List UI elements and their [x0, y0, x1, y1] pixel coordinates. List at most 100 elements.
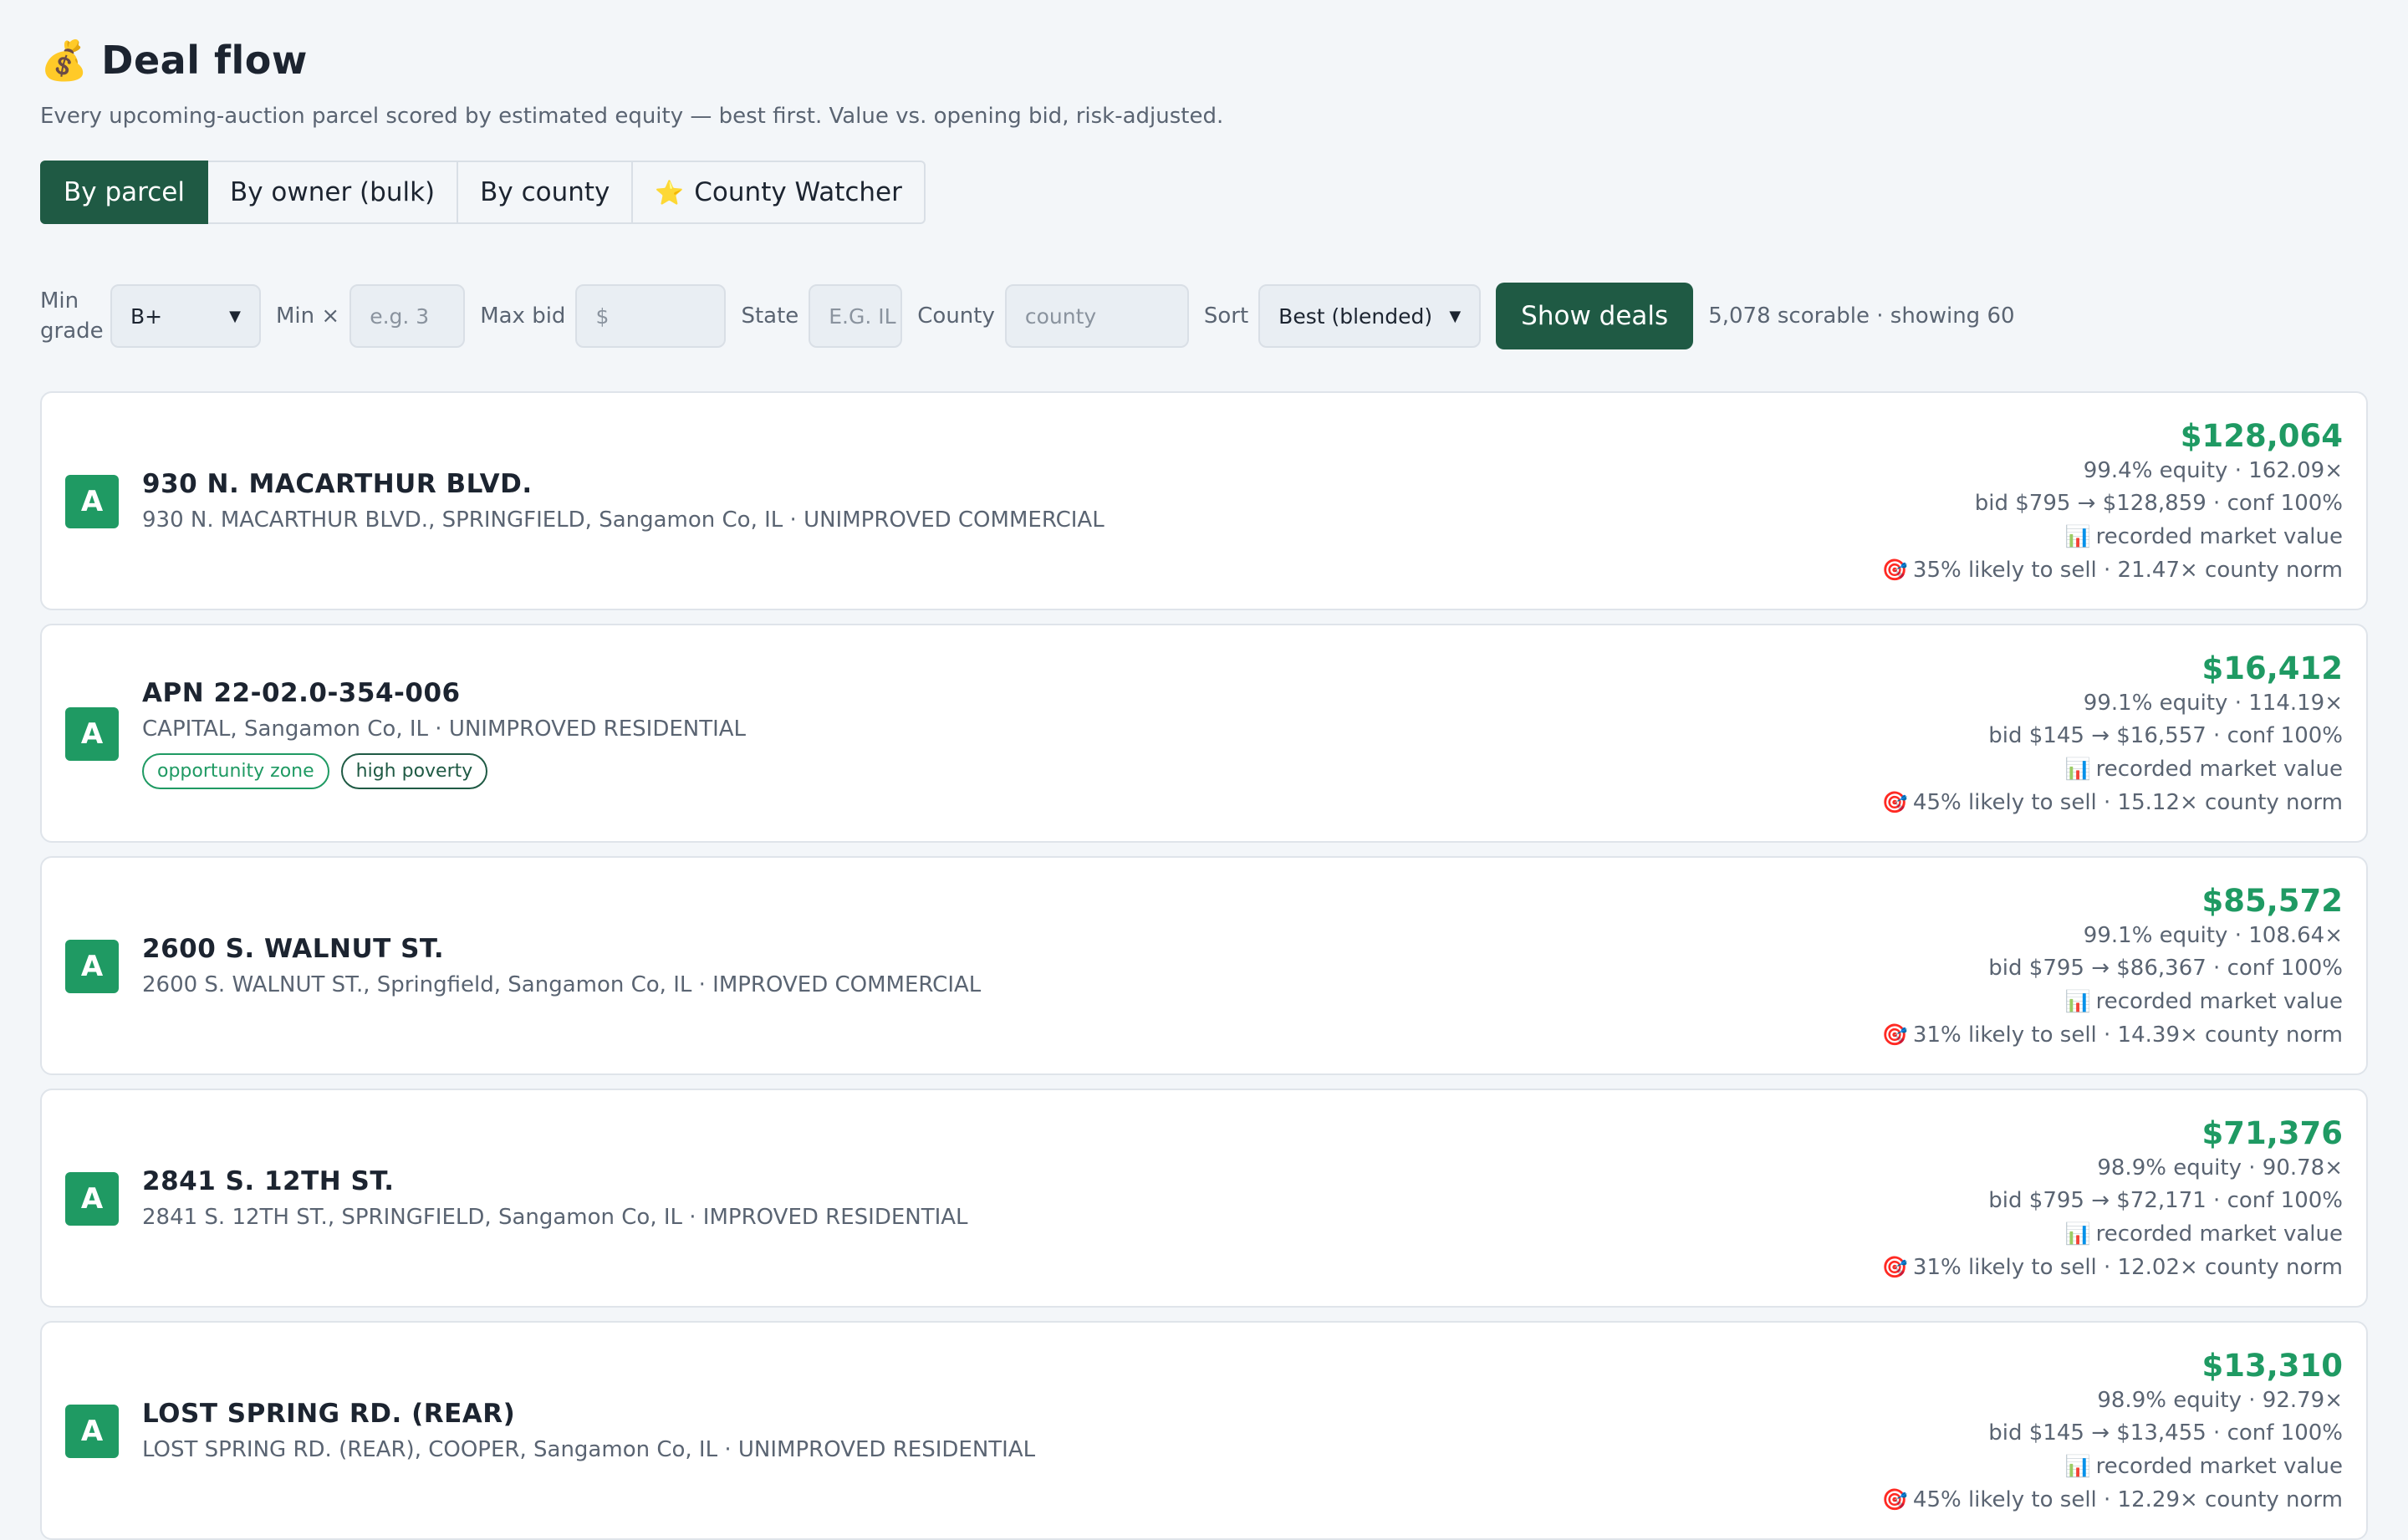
deal-metrics: $128,064 99.4% equity · 162.09× bid $795…: [1882, 418, 2343, 587]
equity-amount: $16,412: [2201, 650, 2343, 686]
value-source: recorded market value: [2095, 757, 2343, 782]
equity-amount: $128,064: [2180, 418, 2343, 454]
deal-card[interactable]: A 2841 S. 12TH ST. 2841 S. 12TH ST., SPR…: [40, 1089, 2368, 1308]
deal-address: 2841 S. 12TH ST., SPRINGFIELD, Sangamon …: [142, 1205, 968, 1230]
max-bid-input[interactable]: $: [575, 284, 727, 348]
likelihood: 45% likely to sell · 12.29× county norm: [1912, 1487, 2343, 1512]
sort-label: Sort: [1203, 303, 1249, 329]
chevron-down-icon: ▼: [1449, 307, 1462, 325]
deal-address: LOST SPRING RD. (REAR), COOPER, Sangamon…: [142, 1437, 1036, 1462]
equity-line: 98.9% equity · 92.79×: [2097, 1388, 2343, 1413]
grade-badge: A: [65, 1172, 119, 1226]
chevron-down-icon: ▼: [229, 307, 241, 325]
bar-chart-icon: 📊: [2064, 989, 2091, 1013]
likelihood: 35% likely to sell · 21.47× county norm: [1912, 558, 2343, 583]
grade-badge: A: [65, 1405, 119, 1458]
min-grade-select[interactable]: B+ ▼: [110, 284, 261, 348]
state-placeholder: E.G. IL: [829, 303, 896, 329]
likelihood-line: 🎯 31% likely to sell · 12.02× county norm: [1882, 1251, 2343, 1284]
value-source-line: 📊 recorded market value: [1882, 520, 2343, 553]
deal-info: 930 N. MACARTHUR BLVD. 930 N. MACARTHUR …: [142, 393, 1105, 609]
deal-title: 2841 S. 12TH ST.: [142, 1166, 395, 1196]
target-icon: 🎯: [1881, 790, 1908, 814]
deal-card[interactable]: A 930 N. MACARTHUR BLVD. 930 N. MACARTHU…: [40, 391, 2368, 610]
page-subtitle: Every upcoming-auction parcel scored by …: [40, 104, 1224, 129]
max-bid-placeholder: $: [595, 303, 610, 329]
value-source-line: 📊 recorded market value: [1882, 985, 2343, 1018]
state-input[interactable]: E.G. IL: [809, 284, 903, 348]
grade-badge: A: [65, 940, 119, 993]
tag-opportunity-zone: opportunity zone: [142, 752, 329, 789]
deal-title: APN 22-02.0-354-006: [142, 677, 461, 708]
value-source-line: 📊 recorded market value: [1882, 1450, 2343, 1483]
value-source: recorded market value: [2095, 989, 2343, 1014]
tab-by-parcel[interactable]: By parcel: [40, 161, 208, 224]
bid-line: bid $145 → $16,557 · conf 100%: [1988, 723, 2343, 748]
bid-line: bid $795 → $72,171 · conf 100%: [1988, 1188, 2343, 1213]
target-icon: 🎯: [1881, 558, 1908, 582]
county-placeholder: county: [1024, 303, 1097, 329]
likelihood: 31% likely to sell · 14.39× county norm: [1912, 1022, 2343, 1048]
grade-badge: A: [65, 475, 119, 528]
target-icon: 🎯: [1881, 1487, 1908, 1512]
deal-card[interactable]: A 2600 S. WALNUT ST. 2600 S. WALNUT ST.,…: [40, 856, 2368, 1075]
tab-by-owner[interactable]: By owner (bulk): [207, 161, 459, 224]
deal-title: 2600 S. WALNUT ST.: [142, 934, 445, 964]
equity-amount: $13,310: [2201, 1348, 2343, 1384]
min-multiple-label: Min ×: [276, 303, 340, 329]
filter-bar: Min grade B+ ▼ Min × e.g. 3 Max bid $ St…: [40, 283, 2368, 349]
deal-info: 2841 S. 12TH ST. 2841 S. 12TH ST., SPRIN…: [142, 1090, 968, 1306]
target-icon: 🎯: [1881, 1255, 1908, 1279]
page: 💰 Deal flow Every upcoming-auction parce…: [0, 0, 2408, 1540]
value-source-line: 📊 recorded market value: [1882, 752, 2343, 786]
bar-chart-icon: 📊: [2064, 1221, 2091, 1246]
target-icon: 🎯: [1881, 1022, 1908, 1047]
deal-title: 930 N. MACARTHUR BLVD.: [142, 469, 533, 499]
equity-amount: $71,376: [2201, 1115, 2343, 1151]
deal-metrics: $85,572 99.1% equity · 108.64× bid $795 …: [1882, 883, 2343, 1052]
value-source-line: 📊 recorded market value: [1882, 1217, 2343, 1251]
deal-info: LOST SPRING RD. (REAR) LOST SPRING RD. (…: [142, 1323, 1035, 1538]
bid-line: bid $795 → $86,367 · conf 100%: [1988, 956, 2343, 981]
tab-label: County Watcher: [694, 177, 902, 207]
show-deals-button[interactable]: Show deals: [1496, 283, 1694, 349]
min-grade-value: B+: [130, 303, 163, 329]
deal-metrics: $71,376 98.9% equity · 90.78× bid $795 →…: [1882, 1115, 2343, 1284]
page-header: 💰 Deal flow: [40, 35, 2368, 85]
min-multiple-input[interactable]: e.g. 3: [349, 284, 466, 348]
equity-line: 98.9% equity · 90.78×: [2097, 1155, 2343, 1180]
equity-amount: $85,572: [2201, 883, 2343, 919]
tab-county-watcher[interactable]: ⭐ County Watcher: [633, 161, 926, 224]
state-label: State: [741, 303, 799, 329]
sort-select[interactable]: Best (blended) ▼: [1258, 284, 1482, 348]
county-input[interactable]: county: [1004, 284, 1189, 348]
equity-line: 99.1% equity · 108.64×: [2083, 923, 2343, 948]
county-label: County: [917, 303, 995, 329]
min-multiple-placeholder: e.g. 3: [370, 303, 430, 329]
min-grade-label: Min grade: [40, 288, 104, 344]
deal-address: CAPITAL, Sangamon Co, IL · UNIMPROVED RE…: [142, 716, 747, 742]
likelihood-line: 🎯 35% likely to sell · 21.47× county norm: [1882, 553, 2343, 587]
likelihood-line: 🎯 45% likely to sell · 12.29× county norm: [1882, 1483, 2343, 1517]
max-bid-label: Max bid: [480, 303, 566, 329]
tab-label: By parcel: [64, 177, 185, 207]
deal-metrics: $16,412 99.1% equity · 114.19× bid $145 …: [1882, 650, 2343, 819]
likelihood-line: 🎯 45% likely to sell · 15.12× county norm: [1882, 786, 2343, 819]
tab-by-county[interactable]: By county: [458, 161, 634, 224]
tab-label: By county: [480, 177, 610, 207]
value-source: recorded market value: [2095, 524, 2343, 549]
star-icon: ⭐: [655, 178, 685, 207]
bid-line: bid $795 → $128,859 · conf 100%: [1974, 491, 2343, 516]
deal-address: 2600 S. WALNUT ST., Springfield, Sangamo…: [142, 972, 982, 997]
equity-line: 99.4% equity · 162.09×: [2083, 458, 2343, 483]
deal-card[interactable]: A APN 22-02.0-354-006 CAPITAL, Sangamon …: [40, 624, 2368, 843]
deal-info: 2600 S. WALNUT ST. 2600 S. WALNUT ST., S…: [142, 858, 981, 1073]
bar-chart-icon: 📊: [2064, 524, 2091, 548]
likelihood: 45% likely to sell · 15.12× county norm: [1912, 790, 2343, 815]
deal-title: LOST SPRING RD. (REAR): [142, 1399, 516, 1429]
deal-card[interactable]: A LOST SPRING RD. (REAR) LOST SPRING RD.…: [40, 1321, 2368, 1540]
view-tabs: By parcel By owner (bulk) By county ⭐ Co…: [40, 161, 2368, 224]
value-source: recorded market value: [2095, 1454, 2343, 1479]
money-bag-icon: 💰: [40, 38, 89, 83]
bid-line: bid $145 → $13,455 · conf 100%: [1988, 1420, 2343, 1446]
